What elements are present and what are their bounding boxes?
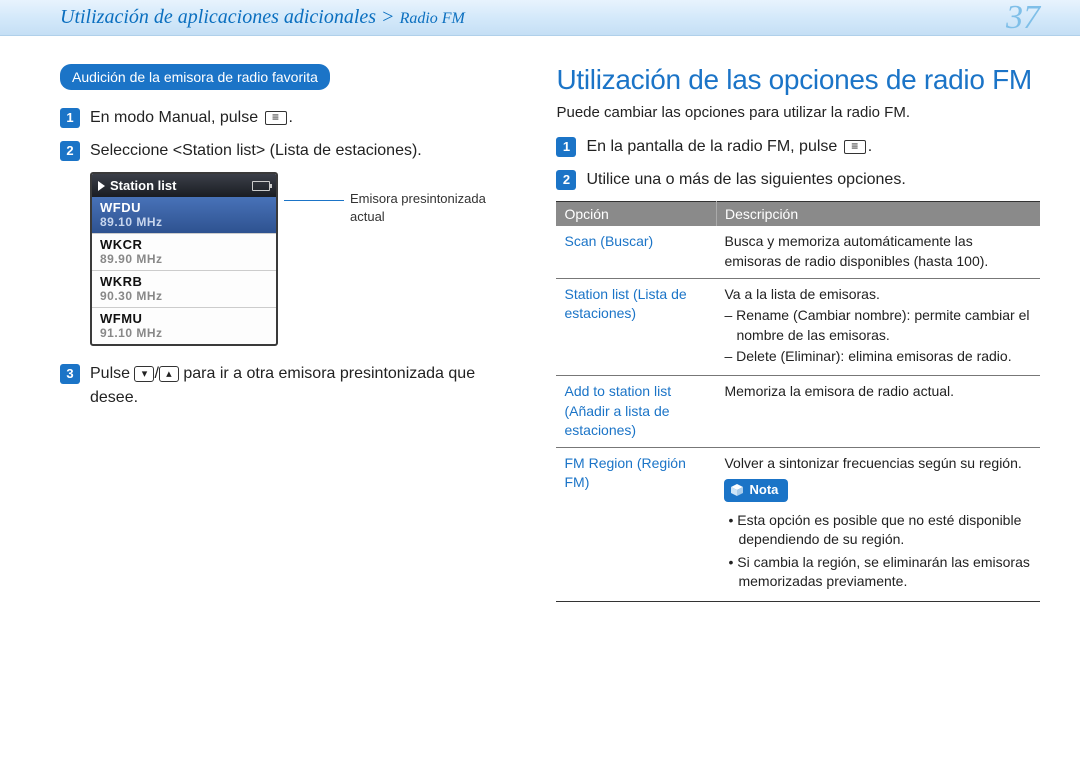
step-3: 3 Pulse ▾/▴ para ir a otra emisora presi… (60, 362, 520, 408)
breadcrumb-main: Utilización de aplicaciones adicionales … (60, 6, 400, 28)
step-number-1: 1 (60, 108, 80, 128)
step-number-3: 3 (60, 364, 80, 384)
step-number-1: 1 (556, 137, 576, 157)
note-item: Si cambia la región, se eliminarán las e… (724, 553, 1032, 592)
right-step-2-text: Utilice una o más de las siguientes opci… (586, 168, 1040, 191)
station-row: WFMU 91.10 MHz (92, 308, 276, 344)
desc-lead: Va a la lista de emisoras. (724, 285, 1032, 305)
page-header: Utilización de aplicaciones adicionales … (0, 0, 1080, 36)
note-badge: Nota (724, 479, 788, 501)
cube-icon (730, 483, 744, 497)
option-name: Scan (Buscar) (556, 226, 716, 278)
option-description: Volver a sintonizar frecuencias según su… (716, 447, 1040, 601)
option-name: Station list (Lista de estaciones) (556, 278, 716, 375)
note-list: Esta opción es posible que no esté dispo… (724, 511, 1032, 592)
options-table: Opción Descripción Scan (Buscar) Busca y… (556, 201, 1040, 602)
station-row: WFDU 89.10 MHz (92, 197, 276, 234)
note-item: Esta opción es posible que no esté dispo… (724, 511, 1032, 550)
callout-line (284, 200, 344, 201)
desc-lead: Volver a sintonizar frecuencias según su… (724, 454, 1032, 474)
right-step-1: 1 En la pantalla de la radio FM, pulse . (556, 135, 1040, 158)
station-list-title: Station list (110, 178, 176, 193)
step-2: 2 Seleccione <Station list> (Lista de es… (60, 139, 520, 162)
desc-subitem: – Rename (Cambiar nombre): permite cambi… (724, 306, 1032, 345)
page-number: 37 (1006, 0, 1040, 37)
callout-label: Emisora presintonizada actual (350, 190, 510, 225)
station-row: WKRB 90.30 MHz (92, 271, 276, 308)
option-description: Memoriza la emisora de radio actual. (716, 375, 1040, 447)
table-row: Station list (Lista de estaciones) Va a … (556, 278, 1040, 375)
option-name: FM Region (Región FM) (556, 447, 716, 601)
up-arrow-icon: ▴ (159, 366, 179, 382)
breadcrumb-sub: Radio FM (400, 10, 465, 27)
left-column: Audición de la emisora de radio favorita… (60, 64, 520, 602)
note-label: Nota (749, 481, 778, 499)
station-callsign: WFDU (100, 200, 268, 215)
table-row: FM Region (Región FM) Volver a sintoniza… (556, 447, 1040, 601)
table-row: Add to station list (Añadir a lista de e… (556, 375, 1040, 447)
section-intro: Puede cambiar las opciones para utilizar… (556, 104, 1040, 121)
station-frequency: 90.30 MHz (100, 289, 268, 303)
step-number-2: 2 (60, 141, 80, 161)
station-frequency: 89.10 MHz (100, 215, 268, 229)
play-triangle-icon (98, 181, 105, 191)
station-row: WKCR 89.90 MHz (92, 234, 276, 271)
station-callsign: WKRB (100, 274, 268, 289)
option-description: Busca y memoriza automáticamente las emi… (716, 226, 1040, 278)
table-header-option: Opción (556, 202, 716, 227)
subsection-pill: Audición de la emisora de radio favorita (60, 64, 330, 90)
desc-subitem: – Delete (Eliminar): elimina emisoras de… (724, 347, 1032, 367)
table-row: Scan (Buscar) Busca y memoriza automátic… (556, 226, 1040, 278)
option-name: Add to station list (Añadir a lista de e… (556, 375, 716, 447)
right-step-1-before: En la pantalla de la radio FM, pulse (586, 138, 841, 155)
breadcrumb: Utilización de aplicaciones adicionales … (60, 6, 465, 29)
step-1-text-before: En modo Manual, pulse (90, 109, 263, 126)
battery-icon (252, 181, 270, 191)
section-title: Utilización de las opciones de radio FM (556, 64, 1040, 96)
table-header-description: Descripción (716, 202, 1040, 227)
right-step-2: 2 Utilice una o más de las siguientes op… (556, 168, 1040, 191)
option-description: Va a la lista de emisoras. – Rename (Cam… (716, 278, 1040, 375)
step-1-text-after: . (289, 109, 293, 126)
station-frequency: 91.10 MHz (100, 326, 268, 340)
step-3-text-before: Pulse (90, 365, 134, 382)
station-callsign: WKCR (100, 237, 268, 252)
station-list-header: Station list (92, 174, 276, 197)
right-step-1-after: . (868, 138, 872, 155)
down-arrow-icon: ▾ (134, 366, 154, 382)
right-column: Utilización de las opciones de radio FM … (556, 64, 1040, 602)
station-list-box: Station list WFDU 89.10 MHz WKCR 89.90 M… (90, 172, 278, 346)
step-1: 1 En modo Manual, pulse . (60, 106, 520, 129)
station-frequency: 89.90 MHz (100, 252, 268, 266)
step-number-2: 2 (556, 170, 576, 190)
step-2-text: Seleccione <Station list> (Lista de esta… (90, 139, 520, 162)
menu-icon (265, 111, 287, 125)
station-callsign: WFMU (100, 311, 268, 326)
station-list-figure: Station list WFDU 89.10 MHz WKCR 89.90 M… (90, 172, 520, 346)
menu-icon (844, 140, 866, 154)
